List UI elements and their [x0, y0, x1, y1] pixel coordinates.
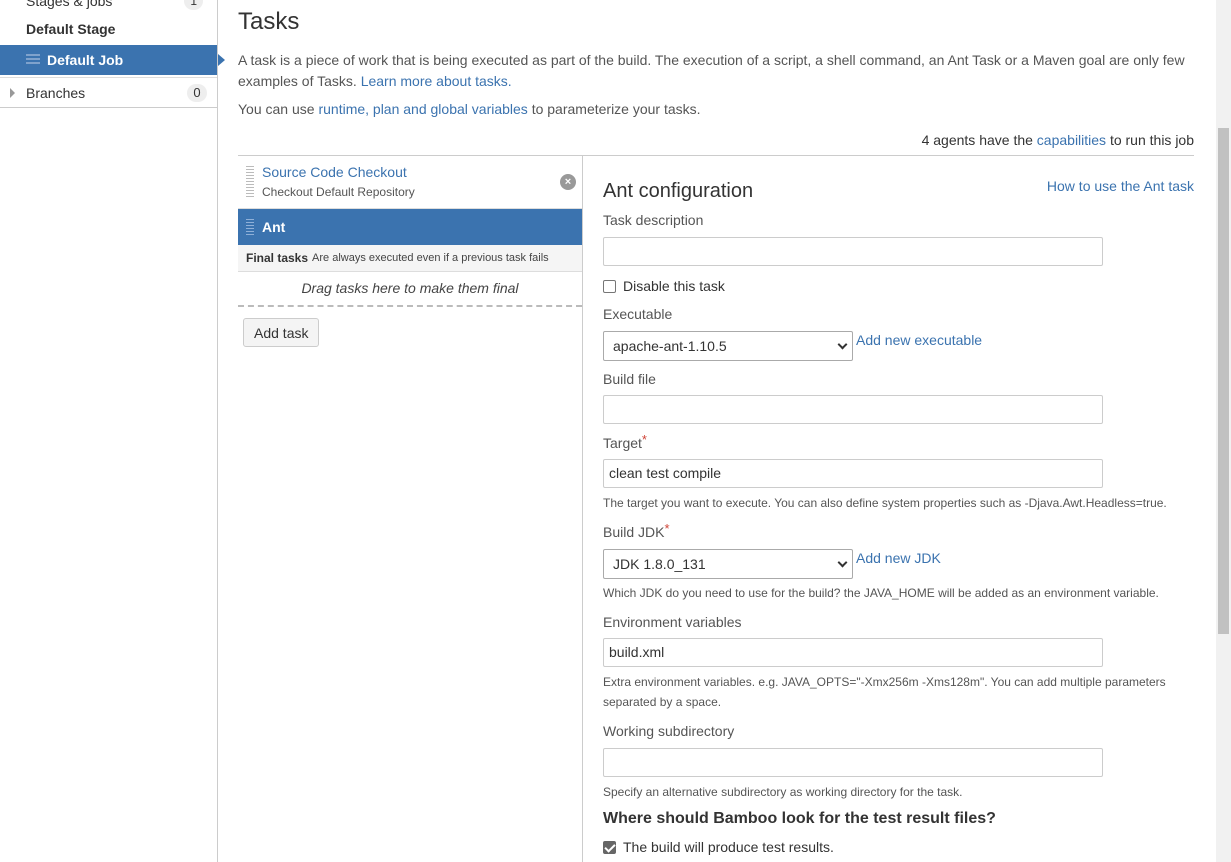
environment-variables-hint: Extra environment variables. e.g. JAVA_O… — [603, 675, 1166, 709]
sidebar-item-label: Default Stage — [26, 21, 116, 37]
drag-handle-icon[interactable] — [246, 166, 254, 198]
final-tasks-header: Final tasks Are always executed even if … — [238, 245, 582, 272]
ant-configuration-panel: Ant configuration How to use the Ant tas… — [582, 156, 1194, 862]
drag-handle-icon[interactable] — [246, 219, 254, 235]
build-file-field[interactable] — [603, 395, 1103, 424]
disable-task-label: Disable this task — [623, 278, 725, 294]
task-name[interactable]: Source Code Checkout — [262, 164, 407, 180]
branches-count-badge: 0 — [187, 84, 207, 102]
scrollbar-thumb[interactable] — [1218, 128, 1229, 634]
disable-task-row[interactable]: Disable this task — [603, 278, 725, 294]
variables-link[interactable]: runtime, plan and global variables — [318, 101, 527, 117]
final-tasks-label: Final tasks — [246, 251, 309, 265]
sidebar: Stages & jobs 1 Default Stage Default Jo… — [0, 0, 225, 862]
drag-handle-icon[interactable] — [26, 54, 40, 66]
working-subdirectory-label: Working subdirectory — [603, 723, 735, 739]
task-description-field[interactable] — [603, 237, 1103, 266]
final-tasks-dropzone[interactable]: Drag tasks here to make them final — [238, 272, 582, 307]
required-marker: * — [641, 432, 647, 447]
final-tasks-subtitle: Are always executed even if a previous t… — [312, 252, 549, 264]
target-label: Target* — [603, 432, 647, 451]
test-results-heading: Where should Bamboo look for the test re… — [603, 810, 996, 827]
task-name: Ant — [262, 219, 286, 235]
sidebar-item-label: Branches — [26, 84, 86, 101]
remove-task-icon[interactable]: × — [560, 174, 576, 190]
tasks-description: A task is a piece of work that is being … — [238, 50, 1194, 92]
task-item-ant[interactable]: Ant — [238, 209, 582, 245]
sidebar-item-label: Stages & jobs — [26, 0, 113, 9]
add-task-button[interactable]: Add task — [243, 318, 320, 347]
page-scrollbar[interactable] — [1216, 0, 1231, 862]
disable-task-checkbox[interactable] — [603, 279, 616, 293]
executable-label: Executable — [603, 306, 673, 322]
sidebar-item-default-stage[interactable]: Default Stage — [0, 14, 217, 44]
stages-count-badge: 1 — [184, 0, 203, 10]
task-item-source-checkout[interactable]: Source Code Checkout Checkout Default Re… — [238, 156, 582, 209]
chevron-down-icon — [837, 557, 848, 568]
page-title: Tasks — [238, 8, 300, 35]
sidebar-item-branches[interactable]: Branches 0 — [0, 77, 217, 108]
task-list: Source Code Checkout Checkout Default Re… — [238, 156, 582, 347]
config-title: Ant configuration — [603, 180, 754, 202]
add-executable-link[interactable]: Add new executable — [856, 332, 982, 348]
test-results-row[interactable]: The build will produce test results. — [603, 839, 834, 855]
agents-prefix: 4 agents have the — [921, 132, 1037, 148]
build-jdk-value: JDK 1.8.0_131 — [613, 556, 706, 572]
agents-note: 4 agents have the capabilities to run th… — [922, 132, 1194, 148]
sidebar-item-label: Default Job — [47, 52, 124, 68]
build-jdk-select[interactable]: JDK 1.8.0_131 — [603, 549, 853, 579]
variables-note: You can use runtime, plan and global var… — [238, 101, 701, 117]
build-jdk-label-text: Build JDK — [603, 524, 665, 540]
target-label-text: Target — [603, 435, 642, 451]
build-file-label: Build file — [603, 371, 656, 387]
task-subtitle: Checkout Default Repository — [262, 185, 415, 199]
executable-select[interactable]: apache-ant-1.10.5 — [603, 331, 853, 361]
target-hint: The target you want to execute. You can … — [603, 496, 1167, 510]
working-subdirectory-field[interactable] — [603, 748, 1103, 777]
build-jdk-label: Build JDK* — [603, 521, 670, 540]
test-results-label: The build will produce test results. — [623, 839, 834, 855]
environment-variables-field[interactable]: build.xml — [603, 638, 1103, 667]
vars-suffix: to parameterize your tasks. — [527, 101, 701, 117]
required-marker: * — [664, 521, 670, 536]
capabilities-link[interactable]: capabilities — [1037, 132, 1106, 148]
chevron-down-icon — [837, 339, 848, 350]
selected-arrow-icon — [218, 54, 225, 66]
learn-more-link[interactable]: Learn more about tasks. — [361, 73, 512, 89]
vars-prefix: You can use — [238, 101, 319, 117]
agents-suffix: to run this job — [1106, 132, 1194, 148]
expand-triangle-icon[interactable] — [10, 88, 15, 98]
task-description-label: Task description — [603, 212, 704, 228]
add-jdk-link[interactable]: Add new JDK — [856, 550, 941, 566]
sidebar-item-default-job[interactable]: Default Job — [0, 45, 225, 75]
executable-value: apache-ant-1.10.5 — [613, 338, 727, 354]
environment-variables-label: Environment variables — [603, 614, 742, 630]
test-results-checkbox[interactable] — [603, 840, 616, 854]
target-field[interactable]: clean test compile — [603, 459, 1103, 488]
working-subdirectory-hint: Specify an alternative subdirectory as w… — [603, 785, 963, 799]
ant-help-link[interactable]: How to use the Ant task — [1047, 178, 1194, 194]
build-jdk-hint: Which JDK do you need to use for the bui… — [603, 586, 1159, 600]
